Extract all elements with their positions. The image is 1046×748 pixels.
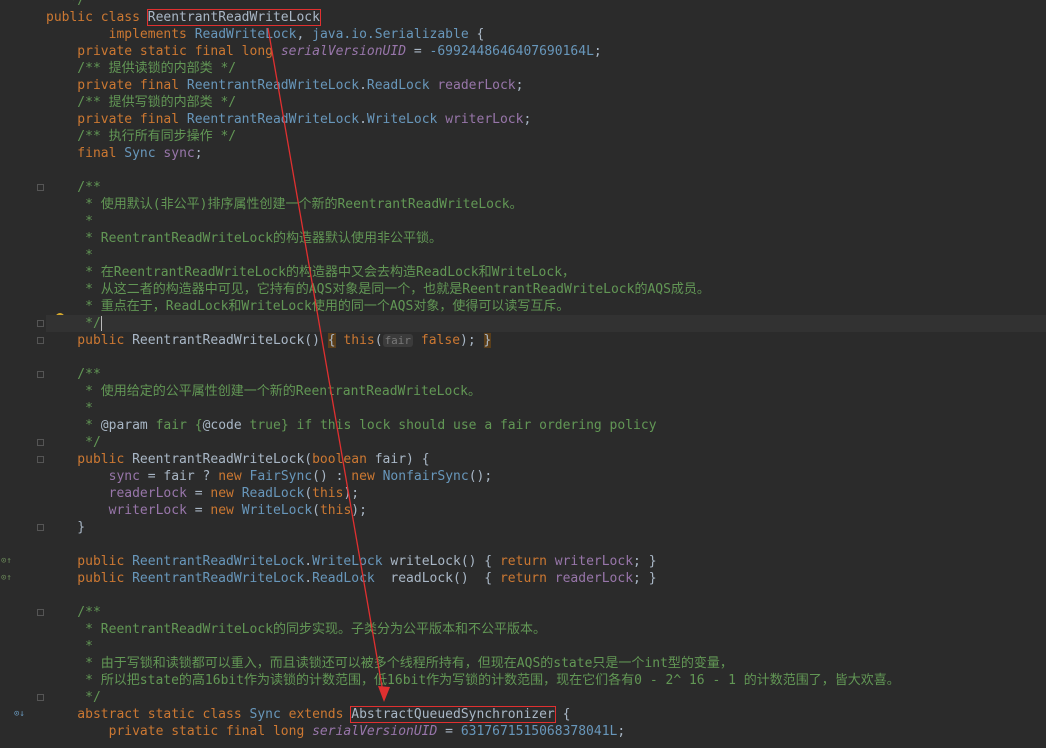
implemented-icon[interactable]: ⊙↓ <box>14 709 25 719</box>
code-line: */ <box>46 0 86 8</box>
code-line: abstract static class Sync extends Abstr… <box>46 706 571 723</box>
code-line: /** <box>46 605 101 620</box>
code-line: implements ReadWriteLock, java.io.Serial… <box>46 27 485 42</box>
code-line: * ReentrantReadWriteLock的同步实现。子类分为公平版本和不… <box>46 622 546 637</box>
code-line-current: */ <box>46 315 1046 332</box>
code-line: */ <box>46 435 101 450</box>
override-icon[interactable]: ⊙↑ <box>1 573 12 583</box>
fold-marker[interactable] <box>37 456 44 463</box>
code-line: private static final long serialVersionU… <box>46 724 626 739</box>
code-line: * 所以把state的高16bit作为读锁的计数范围，低16bit作为写锁的计数… <box>46 673 900 688</box>
code-line: private final ReentrantReadWriteLock.Rea… <box>46 78 524 93</box>
code-line: * <box>46 401 93 416</box>
code-line: private final ReentrantReadWriteLock.Wri… <box>46 112 532 127</box>
code-line: writerLock = new WriteLock(this); <box>108 503 367 518</box>
code-line: public ReentrantReadWriteLock() { this(f… <box>46 333 492 348</box>
code-line: * <box>46 214 93 229</box>
code-line: public ReentrantReadWriteLock.ReadLock r… <box>46 571 657 586</box>
code-line: * ReentrantReadWriteLock的构造器默认使用非公平锁。 <box>46 231 442 246</box>
fold-marker[interactable] <box>37 609 44 616</box>
fold-marker[interactable] <box>37 439 44 446</box>
code-line: /** 执行所有同步操作 */ <box>46 129 237 144</box>
code-line: readerLock = new ReadLock(this); <box>108 486 360 501</box>
class-name-highlight: ReentrantReadWriteLock <box>146 9 321 26</box>
code-line: * <box>46 248 93 263</box>
code-line: } <box>46 520 86 535</box>
code-line: * <box>46 639 93 654</box>
code-line: * 使用默认(非公平)排序属性创建一个新的ReentrantReadWriteL… <box>46 197 523 212</box>
param-hint: fair <box>382 334 414 347</box>
fold-marker[interactable] <box>37 184 44 191</box>
code-line: * 由于写锁和读锁都可以重入，而且读锁还可以被多个线程所持有，但现在AQS的st… <box>46 656 733 671</box>
code-line: */ <box>46 690 101 705</box>
code-line: /** <box>46 367 101 382</box>
code-line: * 使用给定的公平属性创建一个新的ReentrantReadWriteLock。 <box>46 384 481 399</box>
fold-marker[interactable] <box>37 337 44 344</box>
override-icon[interactable]: ⊙↑ <box>1 556 12 566</box>
code-line: sync = fair ? new FairSync() : new Nonfa… <box>108 469 493 484</box>
code-line: public ReentrantReadWriteLock(boolean fa… <box>46 452 430 467</box>
editor-gutter: ⊙↑ ⊙↑ ⊙↓ <box>0 0 46 748</box>
fold-marker[interactable] <box>37 371 44 378</box>
superclass-highlight: AbstractQueuedSynchronizer <box>350 706 556 723</box>
code-line: * 从这二者的构造器中可见，它持有的AQS对象是同一个，也就是Reentrant… <box>46 282 710 297</box>
code-line: final Sync sync; <box>46 146 203 161</box>
code-line: * 重点在于，ReadLock和WriteLock使用的同一个AQS对象，使得可… <box>46 299 570 314</box>
fold-marker[interactable] <box>37 524 44 531</box>
fold-marker[interactable] <box>37 694 44 701</box>
code-line: /** 提供读锁的内部类 */ <box>46 61 237 76</box>
code-line: /** 提供写锁的内部类 */ <box>46 95 237 110</box>
code-line: public ReentrantReadWriteLock.WriteLock … <box>46 554 657 569</box>
code-line: /** <box>46 180 101 195</box>
code-line: * @param fair {@code true} if this lock … <box>46 418 657 433</box>
fold-marker[interactable] <box>37 320 44 327</box>
code-line: * 在ReentrantReadWriteLock的构造器中又会去构造ReadL… <box>46 265 576 280</box>
code-line: private static final long serialVersionU… <box>46 44 602 59</box>
code-line: public class ReentrantReadWriteLock <box>46 9 321 26</box>
